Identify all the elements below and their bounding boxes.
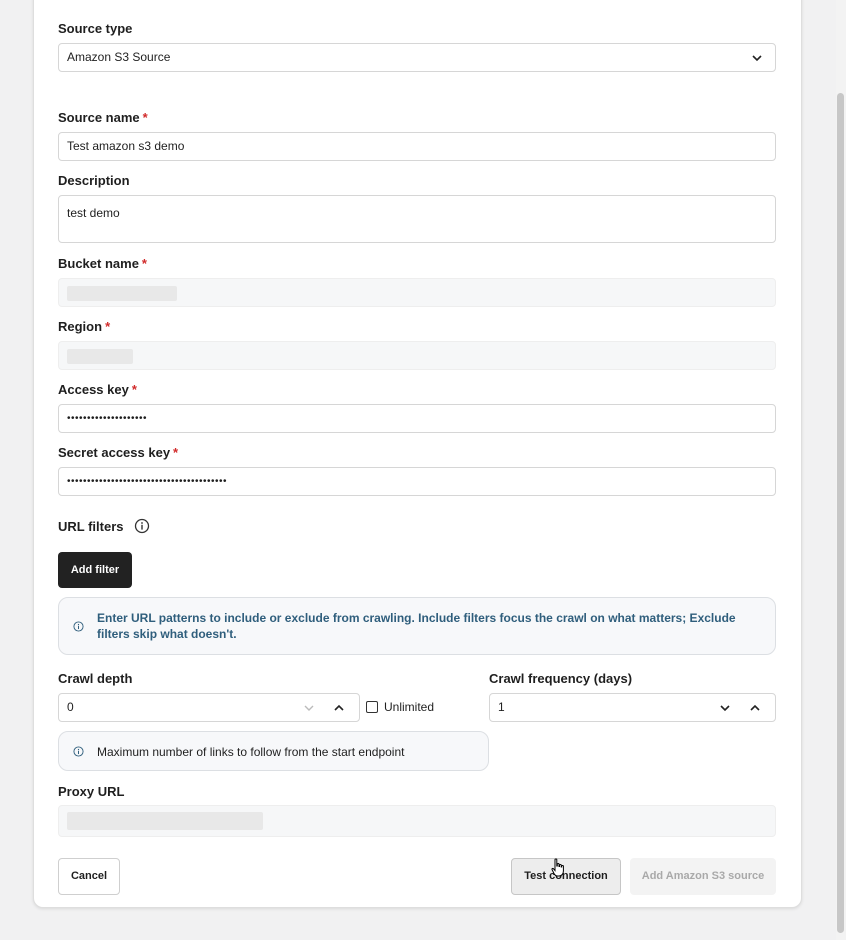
scrollbar-thumb[interactable] [837,93,844,933]
chevron-down-icon[interactable] [719,702,731,714]
description-value: test demo [67,206,120,220]
required-marker: * [131,382,137,397]
chevron-down-icon[interactable] [303,702,315,714]
access-key-value: •••••••••••••••••••• [67,413,148,424]
cancel-button[interactable]: Cancel [58,858,120,895]
description-label: Description [58,173,130,188]
bucket-name-label: Bucket name * [58,256,147,271]
source-type-select[interactable]: Amazon S3 Source [58,43,776,72]
unlimited-label[interactable]: Unlimited [384,700,434,714]
url-filters-info-box: Enter URL patterns to include or exclude… [58,597,776,655]
url-filters-info-text: Enter URL patterns to include or exclude… [97,611,736,641]
crawl-depth-stepper[interactable]: 0 [58,693,360,722]
chevron-down-icon [752,55,762,62]
crawl-frequency-stepper[interactable]: 1 [489,693,776,722]
add-amazon-s3-source-button[interactable]: Add Amazon S3 source [630,858,776,895]
source-type-label: Source type [58,21,133,36]
secret-access-key-value: •••••••••••••••••••••••••••••••••••••••• [67,476,228,487]
source-name-label: Source name * [58,110,148,125]
region-label: Region * [58,319,111,334]
add-filter-button[interactable]: Add filter [58,552,132,588]
region-input[interactable] [58,341,776,370]
bucket-name-input[interactable] [58,278,776,307]
proxy-url-label: Proxy URL [58,784,125,799]
crawl-depth-info-text: Maximum number of links to follow from t… [97,745,405,759]
required-marker: * [142,110,148,125]
chevron-up-icon[interactable] [333,702,345,714]
access-key-label: Access key * [58,382,137,397]
chevron-up-icon[interactable] [749,702,761,714]
description-textarea[interactable]: test demo [58,195,776,243]
source-type-value: Amazon S3 Source [67,50,171,64]
source-name-input[interactable]: Test amazon s3 demo [58,132,776,161]
info-icon[interactable] [134,518,150,534]
crawl-depth-value: 0 [67,700,74,714]
crawl-frequency-value: 1 [498,700,505,714]
proxy-url-input[interactable] [58,805,776,837]
info-icon [73,621,84,632]
required-marker: * [141,256,147,271]
secret-access-key-label: Secret access key * [58,445,179,460]
redacted-value [67,286,177,301]
add-source-label: Add Amazon S3 source [641,870,765,882]
redacted-value [67,349,133,364]
url-filters-label: URL filters [58,519,124,534]
cancel-label: Cancel [70,870,108,882]
crawl-frequency-label: Crawl frequency (days) [489,671,633,686]
redacted-value [67,812,263,830]
secret-access-key-input[interactable]: •••••••••••••••••••••••••••••••••••••••• [58,467,776,496]
hand-cursor-icon [551,858,564,877]
crawl-depth-info-box: Maximum number of links to follow from t… [58,731,489,771]
crawl-depth-label: Crawl depth [58,671,133,686]
add-filter-label: Add filter [70,564,120,576]
info-icon [73,746,84,757]
access-key-input[interactable]: •••••••••••••••••••• [58,404,776,433]
required-marker: * [105,319,111,334]
unlimited-checkbox[interactable] [366,701,378,713]
source-name-value: Test amazon s3 demo [67,139,185,153]
required-marker: * [173,445,179,460]
